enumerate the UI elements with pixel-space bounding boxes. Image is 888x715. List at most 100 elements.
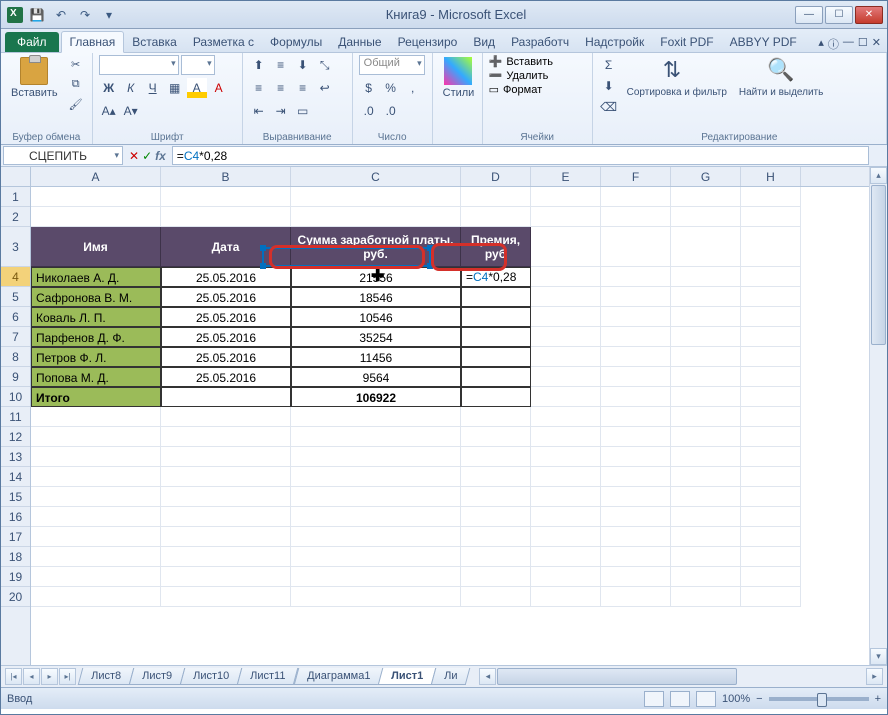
cell[interactable] bbox=[531, 227, 601, 267]
cell[interactable] bbox=[161, 447, 291, 467]
cell-salary[interactable]: 18546 bbox=[291, 287, 461, 307]
font-color-button[interactable]: A bbox=[209, 78, 229, 98]
cell[interactable] bbox=[741, 267, 801, 287]
cell-total-date[interactable] bbox=[161, 387, 291, 407]
cell-date[interactable]: 25.05.2016 bbox=[161, 267, 291, 287]
decrease-indent-icon[interactable]: ⇤ bbox=[249, 101, 269, 121]
cell[interactable] bbox=[531, 487, 601, 507]
cell[interactable] bbox=[531, 547, 601, 567]
fill-color-button[interactable]: A bbox=[187, 78, 207, 98]
next-sheet-icon[interactable]: ▸ bbox=[41, 668, 58, 685]
cell[interactable] bbox=[531, 187, 601, 207]
cell[interactable] bbox=[741, 487, 801, 507]
cell[interactable] bbox=[671, 387, 741, 407]
cell-total-salary[interactable]: 106922 bbox=[291, 387, 461, 407]
row-header-14[interactable]: 14 bbox=[1, 467, 30, 487]
sheet-tab-Лист1[interactable]: Лист1 bbox=[378, 668, 437, 685]
cell[interactable] bbox=[461, 187, 531, 207]
close-button[interactable]: ✕ bbox=[855, 6, 883, 24]
orientation-icon[interactable]: ⤡ bbox=[315, 55, 335, 75]
cell[interactable] bbox=[291, 187, 461, 207]
cell[interactable] bbox=[741, 447, 801, 467]
cell[interactable] bbox=[671, 287, 741, 307]
cell-salary[interactable]: 35254 bbox=[291, 327, 461, 347]
font-name-combo[interactable] bbox=[99, 55, 179, 75]
cut-icon[interactable]: ✂ bbox=[66, 55, 86, 73]
cell-name[interactable]: Николаев А. Д. bbox=[31, 267, 161, 287]
cell[interactable] bbox=[741, 507, 801, 527]
page-layout-view-icon[interactable] bbox=[670, 691, 690, 707]
help-icon[interactable]: ⓘ bbox=[828, 36, 839, 52]
cell[interactable] bbox=[601, 507, 671, 527]
cell[interactable] bbox=[531, 347, 601, 367]
cell[interactable] bbox=[601, 527, 671, 547]
cell[interactable] bbox=[531, 447, 601, 467]
scroll-down-icon[interactable]: ▾ bbox=[870, 648, 887, 665]
align-bottom-icon[interactable]: ⬇ bbox=[293, 55, 313, 75]
save-icon[interactable]: 💾 bbox=[27, 5, 47, 25]
cell[interactable] bbox=[461, 427, 531, 447]
cell[interactable] bbox=[291, 547, 461, 567]
delete-cells-button[interactable]: ➖Удалить bbox=[489, 69, 549, 82]
cell[interactable] bbox=[601, 447, 671, 467]
cell-bonus[interactable] bbox=[461, 307, 531, 327]
scroll-left-icon[interactable]: ◂ bbox=[479, 668, 496, 685]
row-header-8[interactable]: 8 bbox=[1, 347, 30, 367]
cell-salary[interactable]: 9564 bbox=[291, 367, 461, 387]
scroll-right-icon[interactable]: ▸ bbox=[866, 668, 883, 685]
cell[interactable] bbox=[161, 207, 291, 227]
paste-button[interactable]: Вставить bbox=[7, 55, 62, 101]
decrease-decimal-icon[interactable]: .0 bbox=[381, 101, 401, 121]
cell-name[interactable]: Попова М. Д. bbox=[31, 367, 161, 387]
cell[interactable] bbox=[671, 547, 741, 567]
tab-insert[interactable]: Вставка bbox=[124, 32, 185, 52]
cell[interactable] bbox=[671, 407, 741, 427]
cell-bonus[interactable] bbox=[461, 327, 531, 347]
cell[interactable] bbox=[601, 407, 671, 427]
zoom-out-icon[interactable]: − bbox=[756, 693, 762, 705]
horizontal-scrollbar[interactable]: ◂ ▸ bbox=[479, 668, 883, 685]
col-header-C[interactable]: C bbox=[291, 167, 461, 186]
cell[interactable] bbox=[461, 487, 531, 507]
spreadsheet-grid[interactable]: ABCDEFGH 1234567891011121314151617181920… bbox=[1, 167, 887, 665]
header-name[interactable]: Имя bbox=[31, 227, 161, 267]
cell[interactable] bbox=[291, 467, 461, 487]
cell-bonus[interactable] bbox=[461, 287, 531, 307]
cell[interactable] bbox=[161, 407, 291, 427]
row-header-11[interactable]: 11 bbox=[1, 407, 30, 427]
row-header-12[interactable]: 12 bbox=[1, 427, 30, 447]
cell[interactable] bbox=[741, 547, 801, 567]
cell[interactable] bbox=[671, 227, 741, 267]
format-painter-icon[interactable]: 🖌 bbox=[66, 95, 86, 113]
cell[interactable] bbox=[601, 487, 671, 507]
cell-date[interactable]: 25.05.2016 bbox=[161, 307, 291, 327]
cell[interactable] bbox=[161, 587, 291, 607]
cell[interactable] bbox=[531, 507, 601, 527]
cancel-formula-icon[interactable]: ✕ bbox=[129, 149, 139, 163]
sheet-tab-Ли[interactable]: Ли bbox=[431, 668, 471, 685]
normal-view-icon[interactable] bbox=[644, 691, 664, 707]
undo-icon[interactable]: ↶ bbox=[51, 5, 71, 25]
align-right-icon[interactable]: ≡ bbox=[293, 78, 313, 98]
cell-bonus[interactable] bbox=[461, 347, 531, 367]
row-header-6[interactable]: 6 bbox=[1, 307, 30, 327]
cell[interactable] bbox=[161, 507, 291, 527]
cell-salary[interactable]: 21556 bbox=[291, 267, 461, 287]
currency-icon[interactable]: $ bbox=[359, 78, 379, 98]
cell[interactable] bbox=[291, 567, 461, 587]
zoom-in-icon[interactable]: + bbox=[875, 693, 881, 705]
cell[interactable] bbox=[671, 427, 741, 447]
row-header-17[interactable]: 17 bbox=[1, 527, 30, 547]
row-headers[interactable]: 1234567891011121314151617181920 bbox=[1, 187, 31, 665]
cell[interactable] bbox=[671, 467, 741, 487]
cell[interactable] bbox=[161, 427, 291, 447]
col-header-D[interactable]: D bbox=[461, 167, 531, 186]
align-middle-icon[interactable]: ≡ bbox=[271, 55, 291, 75]
select-all-corner[interactable] bbox=[1, 167, 31, 187]
col-header-F[interactable]: F bbox=[601, 167, 671, 186]
cell[interactable] bbox=[671, 347, 741, 367]
doc-close-icon[interactable]: ✕ bbox=[872, 36, 881, 52]
cell-total-label[interactable]: Итого bbox=[31, 387, 161, 407]
cell[interactable] bbox=[531, 207, 601, 227]
wrap-text-icon[interactable]: ↩ bbox=[315, 78, 335, 98]
